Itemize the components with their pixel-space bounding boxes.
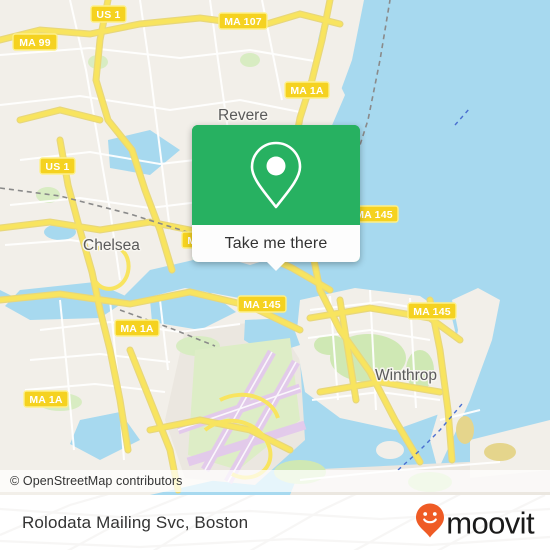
moovit-smiley-pin-icon (415, 502, 445, 543)
svg-text:MA 1A: MA 1A (120, 323, 153, 335)
road-shield-ma99: MA 99 (12, 33, 58, 51)
svg-text:MA 145: MA 145 (355, 209, 393, 221)
page-title: Rolodata Mailing Svc, Boston (22, 512, 249, 532)
svg-text:US 1: US 1 (96, 9, 120, 21)
road-shield-ma145-center: MA 145 (237, 295, 287, 313)
screenshot-root: Revere Chelsea Winthrop MA 99 US 1 MA 10… (0, 0, 550, 550)
take-me-there-label: Take me there (224, 234, 328, 252)
footer-bar: Rolodata Mailing Svc, Boston moovit (0, 495, 550, 550)
place-label-revere: Revere (218, 107, 268, 124)
road-shield-ma1a-southwest: MA 1A (23, 390, 69, 408)
road-shield-ma1a-south: MA 1A (114, 319, 160, 337)
moovit-wordmark: moovit (446, 505, 534, 540)
road-shield-ma145-winthrop: MA 145 (407, 302, 457, 320)
take-me-there-callout[interactable]: Take me there (192, 125, 360, 271)
svg-text:MA 107: MA 107 (224, 16, 262, 28)
map-canvas[interactable]: Revere Chelsea Winthrop MA 99 US 1 MA 10… (0, 0, 550, 495)
place-label-chelsea: Chelsea (83, 237, 140, 254)
svg-text:MA 145: MA 145 (243, 299, 281, 311)
svg-text:MA 1A: MA 1A (290, 85, 323, 97)
road-shield-us1-west: US 1 (39, 157, 76, 175)
map-pin-icon (246, 138, 306, 212)
callout-pin-area (192, 125, 360, 225)
moovit-brand[interactable]: moovit (415, 502, 535, 543)
svg-text:MA 1A: MA 1A (29, 394, 62, 406)
svg-text:US 1: US 1 (45, 161, 69, 173)
callout-action-area[interactable]: Take me there (192, 225, 360, 271)
road-shield-ma107: MA 107 (218, 12, 268, 30)
place-label-winthrop: Winthrop (375, 367, 437, 384)
svg-text:MA 145: MA 145 (413, 306, 451, 318)
road-shield-ma1a-northeast: MA 1A (284, 81, 330, 99)
map-attribution[interactable]: © OpenStreetMap contributors (0, 470, 550, 492)
attribution-text: © OpenStreetMap contributors (10, 474, 183, 488)
road-shield-us1-north: US 1 (90, 5, 127, 23)
svg-text:MA 99: MA 99 (19, 37, 51, 49)
